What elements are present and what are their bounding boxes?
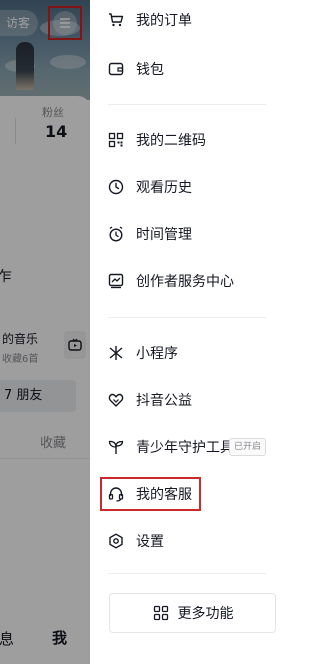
wallet-icon — [107, 60, 125, 78]
stat-divider — [15, 118, 16, 144]
qrcode-icon — [107, 131, 125, 149]
menu-item-my-orders[interactable]: 我的订单 — [90, 4, 285, 36]
visitor-button[interactable]: 访客 — [0, 10, 39, 36]
menu-item-wallet[interactable]: 钱包 — [90, 53, 285, 85]
sprout-icon — [107, 438, 125, 456]
menu-item-label: 钱包 — [136, 62, 164, 78]
menu-divider — [108, 104, 266, 105]
menu-divider — [108, 317, 266, 318]
menu-item-label: 小程序 — [136, 346, 178, 362]
menu-item-label: 我的二维码 — [136, 133, 206, 149]
cart-icon — [107, 11, 125, 29]
menu-item-creator-service-center[interactable]: 创作者服务中心 — [90, 265, 285, 297]
tv-icon[interactable] — [64, 331, 86, 359]
hamburger-menu-button[interactable] — [48, 6, 82, 40]
menu-item-label: 设置 — [136, 534, 164, 550]
background-profile-page: 访客 粉丝 14 乍 的音乐 收藏6首 7 朋友 收藏 息 我 — [0, 0, 90, 664]
more-features-label: 更多功能 — [177, 606, 234, 622]
menu-item-watch-history[interactable]: 观看历史 — [90, 171, 285, 203]
menu-item-mini-programs[interactable]: 小程序 — [90, 337, 285, 369]
fans-label: 粉丝 — [42, 106, 64, 119]
settings-icon — [107, 532, 125, 550]
menu-item-label: 我的客服 — [136, 487, 192, 503]
menu-item-settings[interactable]: 设置 — [90, 525, 285, 557]
music-title[interactable]: 的音乐 — [2, 330, 38, 347]
menu-item-label: 创作者服务中心 — [136, 274, 234, 290]
divider — [0, 458, 90, 459]
friends-row[interactable]: 7 朋友 — [0, 380, 76, 412]
miniprogram-icon — [107, 344, 125, 362]
menu-item-label: 抖音公益 — [136, 393, 192, 409]
hamburger-icon — [53, 11, 77, 35]
menu-item-qr-code[interactable]: 我的二维码 — [90, 124, 285, 156]
menu-item-douyin-charity[interactable]: 抖音公益 — [90, 384, 285, 416]
menu-item-label: 时间管理 — [136, 227, 192, 243]
music-subtitle: 收藏6首 — [2, 354, 39, 365]
headset-icon — [107, 485, 125, 503]
collect-tab[interactable]: 收藏 — [40, 432, 66, 451]
grid-icon — [152, 604, 170, 622]
menu-item-time-management[interactable]: 时间管理 — [90, 218, 285, 250]
menu-item-customer-service[interactable]: 我的客服 — [90, 478, 285, 510]
menu-item-label: 青少年守护工具 — [136, 440, 234, 456]
fans-count[interactable]: 14 — [45, 122, 67, 141]
menu-item-teen-protection[interactable]: 青少年守护工具 已开启 — [90, 431, 285, 463]
cover-figure — [16, 42, 34, 90]
profile-text-fragment: 乍 — [0, 269, 12, 285]
tab-me[interactable]: 我 — [52, 627, 67, 648]
menu-divider — [108, 573, 266, 574]
menu-item-label: 观看历史 — [136, 180, 192, 196]
chart-icon — [107, 272, 125, 290]
side-drawer-menu: 我的订单 钱包 我的二维码 观看历史 时间管理 创作者服务中心 小程序 抖音公益… — [90, 0, 285, 664]
menu-item-label: 我的订单 — [136, 13, 192, 29]
tab-messages[interactable]: 息 — [0, 628, 14, 649]
heart-hand-icon — [107, 391, 125, 409]
clock-icon — [107, 178, 125, 196]
enabled-badge: 已开启 — [229, 438, 267, 456]
alarm-icon — [107, 225, 125, 243]
more-features-button[interactable]: 更多功能 — [109, 593, 276, 633]
